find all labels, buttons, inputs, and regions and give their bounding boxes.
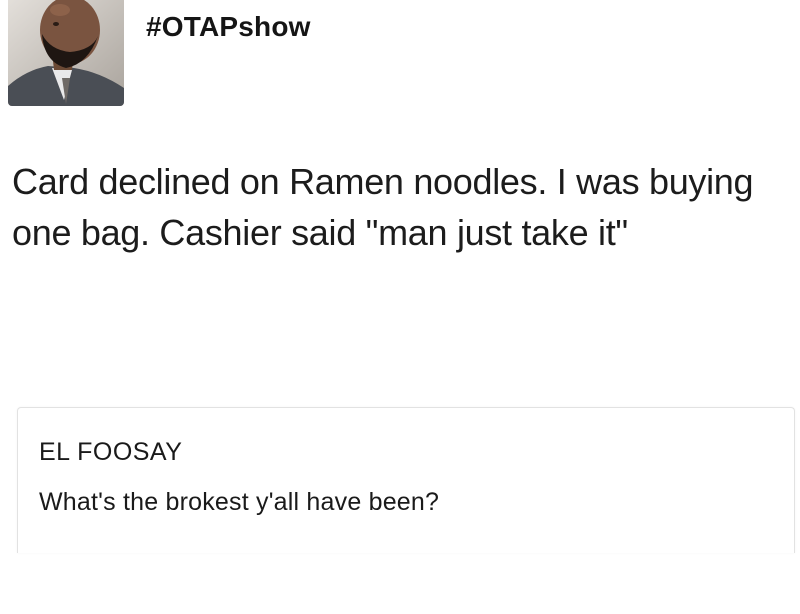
post-header: #OTAPshow	[0, 0, 800, 110]
quoted-post-text: What's the brokest y'all have been?	[39, 488, 440, 516]
quoted-post-author: EL FOOSAY	[39, 438, 183, 466]
quoted-post-card[interactable]: EL FOOSAY What's the brokest y'all have …	[17, 407, 795, 553]
avatar-photo-icon	[8, 0, 124, 106]
user-avatar[interactable]	[8, 0, 124, 106]
post-text: Card declined on Ramen noodles. I was bu…	[12, 161, 754, 253]
post-username[interactable]: #OTAPshow	[146, 11, 311, 43]
